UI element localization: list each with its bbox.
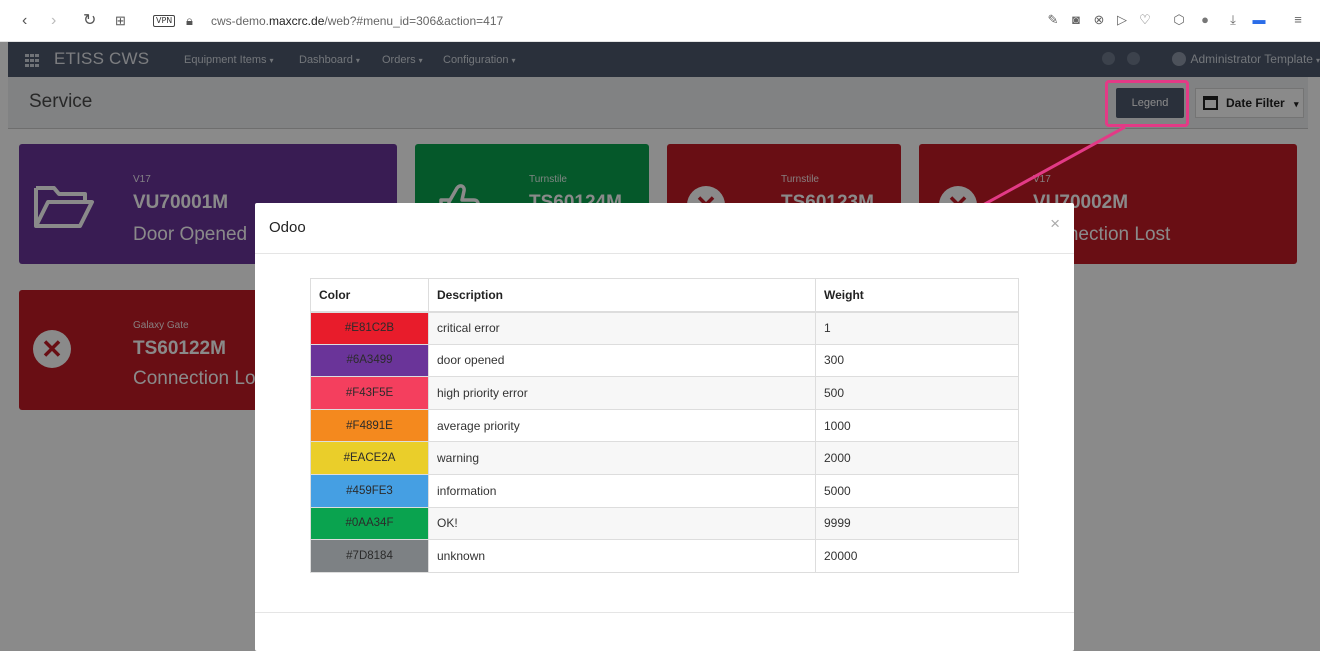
weight-cell: 9999 (815, 506, 1019, 541)
table-row: #E81C2B critical error 1 (310, 311, 1019, 345)
description-cell: average priority (428, 408, 816, 443)
description-cell: OK! (428, 506, 816, 541)
description-cell: unknown (428, 539, 816, 573)
url-prefix: cws-demo. (211, 14, 270, 28)
description-cell: warning (428, 441, 816, 475)
cube-icon[interactable]: ⬡ (1172, 13, 1186, 27)
modal-footer-divider (255, 612, 1074, 613)
close-icon[interactable]: × (1050, 215, 1060, 232)
legend-modal: Odoo × Color Description Weight #E81C2B c… (255, 203, 1074, 651)
column-header-color: Color (310, 278, 429, 313)
weight-cell: 2000 (815, 441, 1019, 475)
color-swatch: #EACE2A (310, 441, 429, 475)
weight-cell: 1 (815, 311, 1019, 345)
camera-icon[interactable]: ◙ (1069, 13, 1083, 27)
back-icon[interactable]: ‹ (22, 12, 27, 30)
menu-icon[interactable]: ≡ (1291, 13, 1305, 27)
color-swatch: #0AA34F (310, 506, 429, 541)
table-row: #F4891E average priority 1000 (310, 408, 1019, 443)
send-icon[interactable]: ▷ (1115, 13, 1129, 27)
table-row: #459FE3 information 5000 (310, 473, 1019, 508)
block-icon[interactable]: ⊗ (1092, 13, 1106, 27)
table-row: #7D8184 unknown 20000 (310, 539, 1019, 573)
weight-cell: 5000 (815, 473, 1019, 508)
weight-cell: 20000 (815, 539, 1019, 573)
table-row: #0AA34F OK! 9999 (310, 506, 1019, 541)
weight-cell: 500 (815, 376, 1019, 410)
table-row: #EACE2A warning 2000 (310, 441, 1019, 475)
legend-highlight-box (1105, 80, 1189, 127)
url-domain: maxcrc.de (269, 14, 325, 28)
url-path: /web?#menu_id=306&action=417 (324, 14, 504, 28)
forward-icon[interactable]: › (51, 12, 56, 30)
table-row: #F43F5E high priority error 500 (310, 376, 1019, 410)
browser-toolbar: ‹ › ↻ ⊞ VPN 🔒︎ cws-demo.maxcrc.de/web?#m… (0, 0, 1320, 42)
description-cell: door opened (428, 343, 816, 378)
modal-title: Odoo (269, 219, 306, 236)
color-swatch: #6A3499 (310, 343, 429, 378)
legend-table: Color Description Weight #E81C2B critical… (310, 278, 1019, 573)
vpn-badge[interactable]: VPN (153, 15, 176, 27)
description-cell: information (428, 473, 816, 508)
color-swatch: #F4891E (310, 408, 429, 443)
profile-icon[interactable]: ● (1198, 13, 1212, 27)
apps-grid-icon[interactable]: ⊞ (115, 12, 126, 30)
color-swatch: #459FE3 (310, 473, 429, 508)
color-swatch: #7D8184 (310, 539, 429, 573)
address-bar[interactable]: cws-demo.maxcrc.de/web?#menu_id=306&acti… (211, 14, 503, 28)
column-header-weight: Weight (815, 278, 1019, 313)
battery-icon[interactable]: ▬ (1252, 13, 1266, 27)
lock-icon: 🔒︎ (186, 13, 193, 28)
modal-header: Odoo × (255, 203, 1074, 254)
table-row: #6A3499 door opened 300 (310, 343, 1019, 378)
description-cell: high priority error (428, 376, 816, 410)
download-icon[interactable]: ⤓ (1226, 13, 1240, 27)
weight-cell: 300 (815, 343, 1019, 378)
weight-cell: 1000 (815, 408, 1019, 443)
edit-icon[interactable]: ✎ (1046, 13, 1060, 27)
color-swatch: #F43F5E (310, 376, 429, 410)
column-header-description: Description (428, 278, 816, 313)
heart-icon[interactable]: ♡ (1138, 13, 1152, 27)
color-swatch: #E81C2B (310, 311, 429, 345)
description-cell: critical error (428, 311, 816, 345)
reload-icon[interactable]: ↻ (83, 12, 96, 30)
